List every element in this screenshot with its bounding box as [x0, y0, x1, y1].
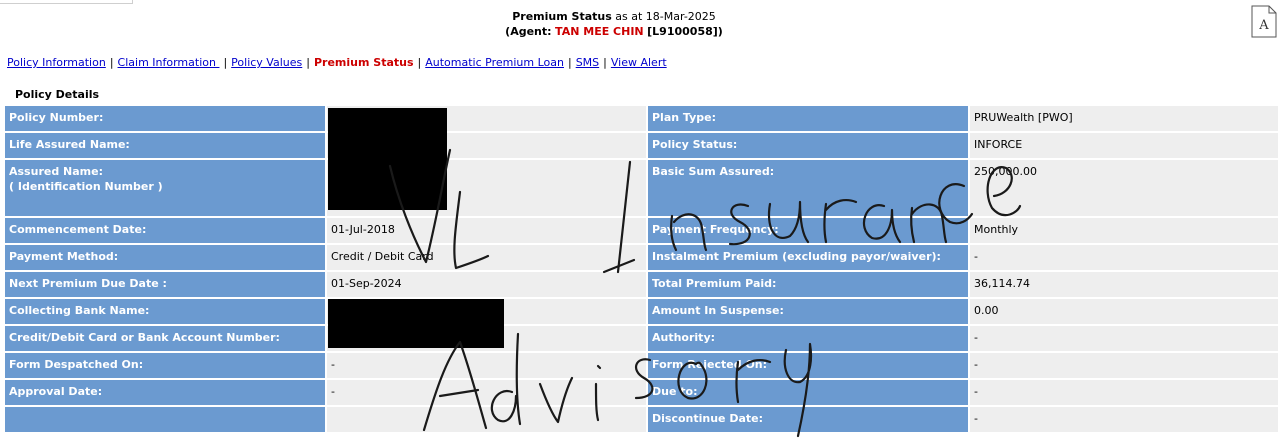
value-commencement-date: 01-Jul-2018 [327, 218, 646, 243]
page-header: Premium Status as at 18-Mar-2025 (Agent:… [0, 9, 1228, 39]
redaction-block-personal-details [328, 108, 447, 210]
label-form-rejected-on: Form Rejected On: [648, 353, 968, 378]
agent-suffix: ) [717, 25, 723, 38]
nav-view-alert[interactable]: View Alert [611, 56, 667, 69]
svg-text:A: A [1258, 18, 1269, 33]
label-assured-name-line1: Assured Name: [9, 165, 103, 178]
nav-separator: | [223, 56, 228, 69]
value-approval-date: - [327, 380, 646, 405]
nav-separator: | [417, 56, 422, 69]
label-empty [5, 407, 325, 432]
value-basic-sum-assured: 250,000.00 [970, 160, 1278, 216]
table-row: Discontinue Date: - [5, 407, 1278, 432]
table-row: Commencement Date: 01-Jul-2018 Payment F… [5, 218, 1278, 243]
label-collecting-bank-name: Collecting Bank Name: [5, 299, 325, 324]
table-row: Assured Name: ( Identification Number ) … [5, 160, 1278, 216]
label-policy-number: Policy Number: [5, 106, 325, 131]
label-policy-status: Policy Status: [648, 133, 968, 158]
nav-premium-status[interactable]: Premium Status [314, 56, 414, 69]
table-row: Credit/Debit Card or Bank Account Number… [5, 326, 1278, 351]
page-title: Premium Status [512, 10, 612, 23]
label-identification-number: ( Identification Number ) [9, 180, 163, 193]
value-instalment-premium: - [970, 245, 1278, 270]
section-title: Policy Details [15, 88, 100, 101]
value-plan-type: PRUWealth [PWO] [970, 106, 1278, 131]
value-empty [327, 407, 646, 432]
nav-policy-values[interactable]: Policy Values [231, 56, 302, 69]
table-row: Approval Date: - Due to: - [5, 380, 1278, 405]
agent-prefix: (Agent: [505, 25, 552, 38]
nav-separator: | [603, 56, 607, 69]
table-row: Payment Method: Credit / Debit Card Inst… [5, 245, 1278, 270]
nav-sms[interactable]: SMS [576, 56, 599, 69]
label-assured-name: Assured Name: ( Identification Number ) [5, 160, 325, 216]
table-row: Collecting Bank Name: Amount In Suspense… [5, 299, 1278, 324]
label-life-assured-name: Life Assured Name: [5, 133, 325, 158]
as-at-date: 18-Mar-2025 [645, 10, 716, 23]
table-row: Next Premium Due Date : 01-Sep-2024 Tota… [5, 272, 1278, 297]
value-next-premium-due-date: 01-Sep-2024 [327, 272, 646, 297]
value-due-to: - [970, 380, 1278, 405]
agent-code: [L9100058] [647, 25, 718, 38]
value-discontinue-date: - [970, 407, 1278, 432]
label-due-to: Due to: [648, 380, 968, 405]
label-authority: Authority: [648, 326, 968, 351]
label-payment-frequency: Payment Frequency: [648, 218, 968, 243]
value-amount-in-suspense: 0.00 [970, 299, 1278, 324]
label-basic-sum-assured: Basic Sum Assured: [648, 160, 968, 216]
as-at-prefix: as at [615, 10, 643, 23]
value-payment-method: Credit / Debit Card [327, 245, 646, 270]
table-row: Life Assured Name: Policy Status: INFORC… [5, 133, 1278, 158]
redaction-block-bank-details [328, 299, 504, 348]
value-authority: - [970, 326, 1278, 351]
nav-separator: | [306, 56, 310, 69]
top-tab-edge [0, 0, 133, 4]
value-policy-status: INFORCE [970, 133, 1278, 158]
nav-policy-information[interactable]: Policy Information [7, 56, 106, 69]
value-form-despatched-on: - [327, 353, 646, 378]
label-total-premium-paid: Total Premium Paid: [648, 272, 968, 297]
label-amount-in-suspense: Amount In Suspense: [648, 299, 968, 324]
document-a-icon[interactable]: A [1251, 5, 1277, 38]
policy-nav: Policy Information | Claim Information | Po… [7, 56, 667, 69]
value-total-premium-paid: 36,114.74 [970, 272, 1278, 297]
nav-separator: | [109, 56, 114, 69]
value-form-rejected-on: - [970, 353, 1278, 378]
label-payment-method: Payment Method: [5, 245, 325, 270]
nav-automatic-premium-loan[interactable]: Automatic Premium Loan [425, 56, 564, 69]
label-instalment-premium: Instalment Premium (excluding payor/waiv… [648, 245, 968, 270]
table-row: Policy Number: Plan Type: PRUWealth [PWO… [5, 106, 1278, 131]
label-next-premium-due-date: Next Premium Due Date : [5, 272, 325, 297]
value-payment-frequency: Monthly [970, 218, 1278, 243]
nav-separator: | [567, 56, 572, 69]
label-form-despatched-on: Form Despatched On: [5, 353, 325, 378]
agent-name: TAN MEE CHIN [555, 25, 644, 38]
label-plan-type: Plan Type: [648, 106, 968, 131]
label-card-account-number: Credit/Debit Card or Bank Account Number… [5, 326, 325, 351]
label-commencement-date: Commencement Date: [5, 218, 325, 243]
table-row: Form Despatched On: - Form Rejected On: … [5, 353, 1278, 378]
nav-claim-information[interactable]: Claim Information [118, 56, 220, 69]
label-approval-date: Approval Date: [5, 380, 325, 405]
label-discontinue-date: Discontinue Date: [648, 407, 968, 432]
policy-details-table: Policy Number: Plan Type: PRUWealth [PWO… [3, 104, 1280, 434]
